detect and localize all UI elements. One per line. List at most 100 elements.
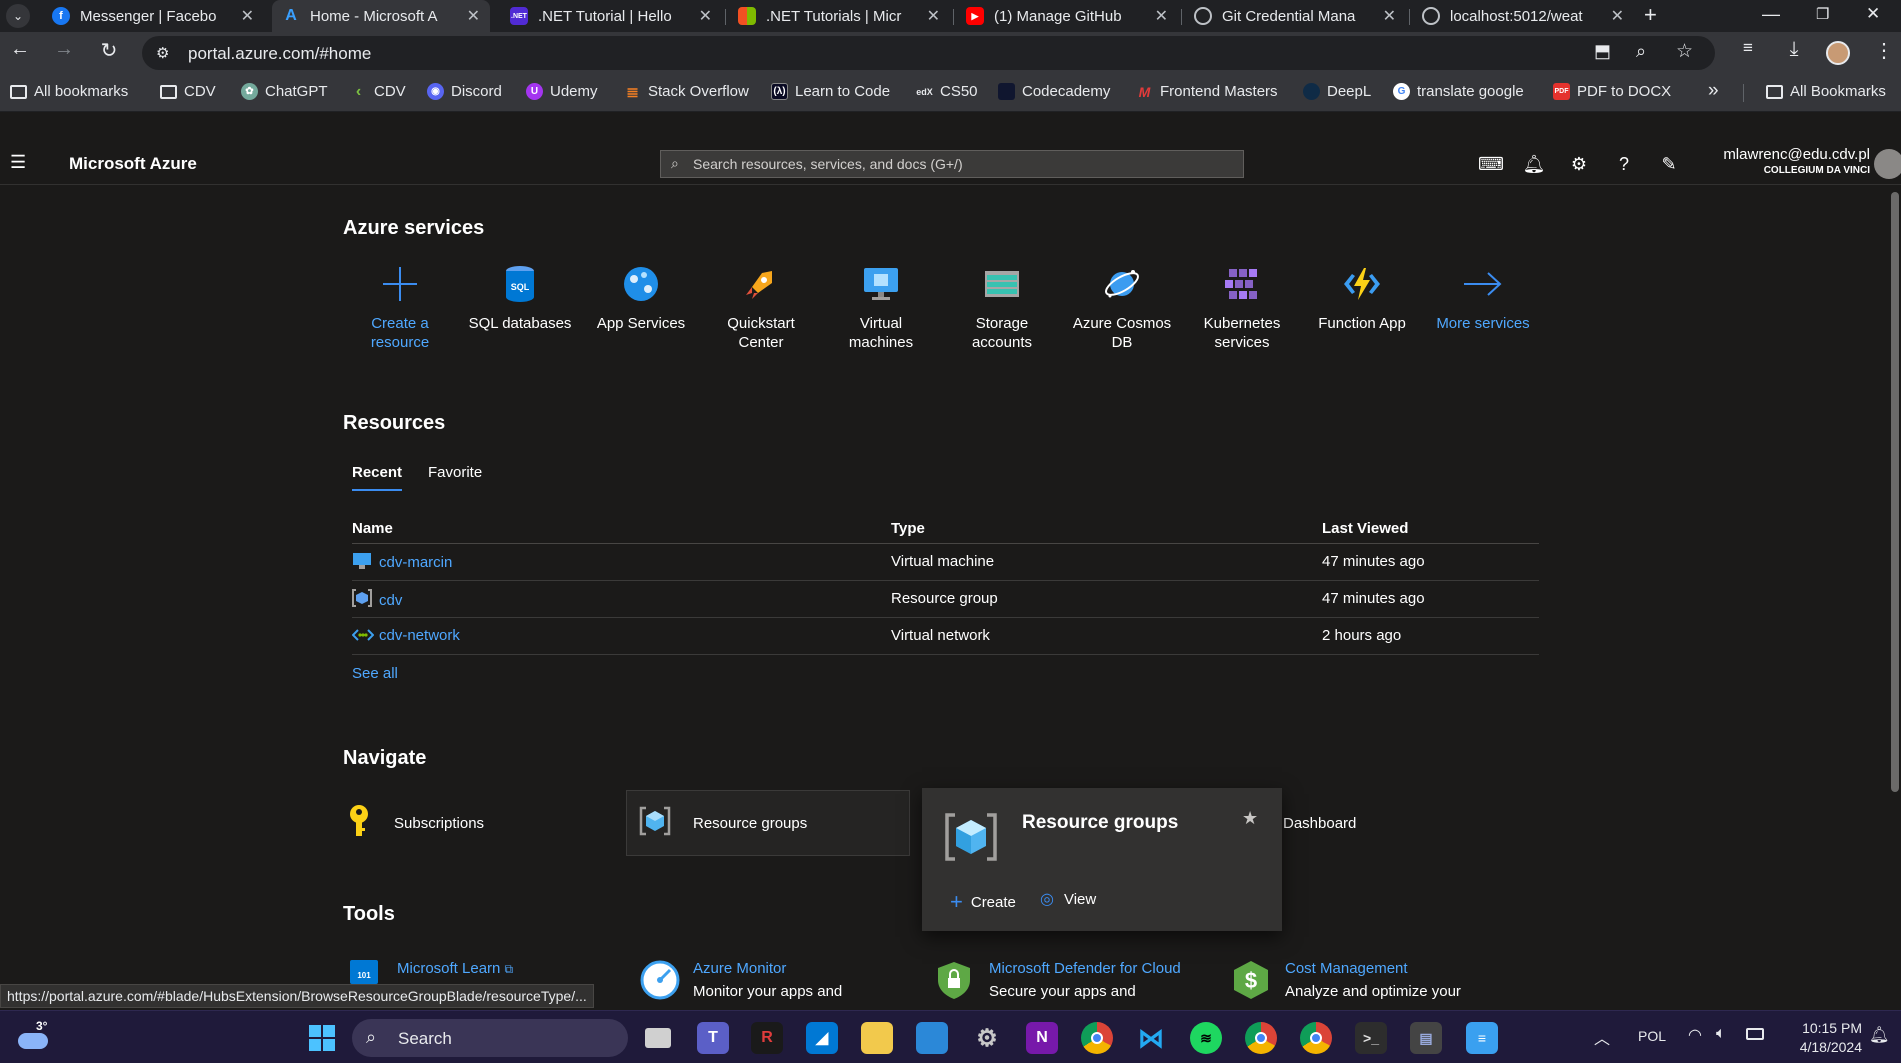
terminal-icon[interactable]: >_ [1355, 1022, 1387, 1054]
bookmark-cdv[interactable]: ‹ CDV [350, 83, 406, 101]
service-app-services[interactable]: App Services [586, 262, 696, 333]
user-avatar[interactable] [1874, 149, 1901, 179]
nav-dashboard[interactable]: Dashboard [1283, 790, 1403, 856]
see-all-link[interactable]: See all [352, 665, 398, 682]
profile-avatar[interactable] [1826, 41, 1850, 65]
windows-start-icon[interactable] [306, 1022, 338, 1054]
user-account[interactable]: mlawrenc@edu.cdv.pl COLLEGIUM DA VINCI [1700, 146, 1870, 176]
resource-link[interactable]: cdv-marcin [379, 554, 452, 571]
close-tab-icon[interactable]: ✕ [1155, 6, 1168, 26]
tab-localhost[interactable]: localhost:5012/weat ✕ [1412, 0, 1634, 32]
hover-card-view-button[interactable]: ◎ View [1040, 889, 1096, 909]
column-last-viewed[interactable]: Last Viewed [1322, 515, 1539, 544]
bookmark-discord[interactable]: ◉ Discord [427, 83, 502, 100]
notepad-icon[interactable]: ≡ [1466, 1022, 1498, 1054]
bookmark-pdf-to-docx[interactable]: PDF PDF to DOCX [1553, 83, 1671, 100]
tab-search-button[interactable]: ⌄ [6, 4, 30, 28]
spotify-icon[interactable]: ≋ [1190, 1022, 1222, 1054]
close-tab-icon[interactable]: ✕ [467, 6, 480, 26]
tool-microsoft-learn[interactable]: 101 Microsoft Learn ⧉ [350, 960, 513, 984]
tool-defender-for-cloud[interactable]: Microsoft Defender for Cloud Secure your… [936, 960, 1181, 1000]
service-kubernetes[interactable]: Kubernetes services [1187, 262, 1297, 352]
clock[interactable]: 10:15 PM 4/18/2024 [1782, 1019, 1862, 1057]
battery-icon[interactable] [1746, 1028, 1764, 1040]
bookmark-star-icon[interactable]: ☆ [1676, 40, 1693, 63]
tab-dotnet-tutorials[interactable]: .NET Tutorials | Micr ✕ [728, 0, 950, 32]
remote-desktop-icon[interactable] [916, 1022, 948, 1054]
volume-icon[interactable]: 🔈︎ [1716, 1025, 1726, 1043]
cloud-shell-icon[interactable]: ⌨ [1478, 154, 1504, 175]
tray-overflow-icon[interactable]: ︿ [1594, 1025, 1610, 1049]
task-view-icon[interactable] [642, 1022, 674, 1054]
reload-icon[interactable]: ↻ [95, 38, 123, 63]
zoom-icon[interactable]: ⌕ [1636, 41, 1646, 62]
azure-search-input[interactable]: ⌕ Search resources, services, and docs (… [660, 150, 1244, 178]
scrollbar-thumb[interactable] [1891, 192, 1899, 792]
close-tab-icon[interactable]: ✕ [1611, 6, 1624, 26]
browser-menu-icon[interactable]: ⋮ [1870, 38, 1898, 63]
settings-icon[interactable]: ⚙ [971, 1022, 1003, 1054]
new-tab-button[interactable]: + [1644, 2, 1657, 28]
service-storage-accounts[interactable]: Storage accounts [947, 262, 1057, 352]
back-arrow-icon[interactable]: ← [6, 38, 34, 61]
service-function-app[interactable]: Function App [1307, 262, 1417, 333]
service-quickstart-center[interactable]: Quickstart Center [706, 262, 816, 352]
tab-recent[interactable]: Recent [352, 464, 402, 491]
help-icon[interactable]: ? [1612, 154, 1636, 175]
input-language[interactable]: POL [1638, 1028, 1666, 1044]
resource-link[interactable]: cdv [379, 592, 402, 609]
bookmark-all-bookmarks-folder[interactable]: All Bookmarks [1766, 83, 1886, 100]
media-control-icon[interactable]: ≡ [1734, 38, 1762, 58]
file-explorer-icon[interactable] [861, 1022, 893, 1054]
bookmark-all-bookmarks[interactable]: All bookmarks [10, 83, 128, 100]
address-url[interactable]: portal.azure.com/#home [188, 44, 371, 64]
hamburger-menu-icon[interactable]: ☰ [10, 152, 26, 173]
feedback-icon[interactable]: ✎ [1657, 154, 1681, 175]
chrome-profile-icon[interactable] [1245, 1022, 1277, 1054]
settings-gear-icon[interactable]: ⚙ [1567, 154, 1591, 175]
service-virtual-machines[interactable]: Virtual machines [826, 262, 936, 352]
weather-widget[interactable]: 3° [16, 1019, 56, 1057]
wifi-icon[interactable]: ◠ [1688, 1025, 1702, 1045]
azure-data-studio-icon[interactable]: ◢ [806, 1022, 838, 1054]
bookmark-cs50[interactable]: edX CS50 [916, 83, 977, 100]
close-tab-icon[interactable]: ✕ [1383, 6, 1396, 26]
azure-brand[interactable]: Microsoft Azure [69, 154, 197, 174]
tab-azure-home[interactable]: A Home - Microsoft A ✕ [272, 0, 490, 32]
service-sql-databases[interactable]: SQL SQL databases [465, 262, 575, 333]
column-name[interactable]: Name [352, 515, 891, 544]
downloads-icon[interactable]: ⤓ [1780, 38, 1808, 61]
favorite-star-icon[interactable]: ★ [1242, 808, 1258, 829]
page-scrollbar[interactable] [1889, 186, 1901, 1008]
site-info-icon[interactable]: ⚙ [156, 44, 169, 62]
column-type[interactable]: Type [891, 515, 1322, 544]
bookmark-learn-to-code[interactable]: (λ) Learn to Code [771, 83, 890, 100]
address-bar[interactable]: ⚙ portal.azure.com/#home ⬒ ⌕ ☆ [142, 36, 1715, 70]
close-tab-icon[interactable]: ✕ [241, 6, 254, 26]
nav-resource-groups[interactable]: Resource groups [626, 790, 910, 856]
tab-messenger[interactable]: f Messenger | Facebo ✕ [42, 0, 264, 32]
resource-link[interactable]: cdv-network [379, 627, 460, 644]
notification-bell-icon[interactable]: 🔔︎ [1869, 1025, 1889, 1045]
taskbar-search[interactable]: ⌕ Search [352, 1019, 628, 1057]
nav-subscriptions[interactable]: Subscriptions [346, 790, 626, 856]
bookmark-deepl[interactable]: DeepL [1303, 83, 1371, 100]
tool-cost-management[interactable]: $ Cost Management Analyze and optimize y… [1232, 960, 1461, 1000]
service-cosmos-db[interactable]: Azure Cosmos DB [1067, 262, 1177, 352]
bookmarks-overflow-button[interactable]: » [1708, 80, 1719, 102]
install-app-icon[interactable]: ⬒ [1594, 41, 1611, 62]
create-resource-button[interactable]: Create a resource [345, 262, 455, 352]
teams-icon[interactable]: T [697, 1022, 729, 1054]
tab-dotnet-tutorial[interactable]: .NET .NET Tutorial | Hello ✕ [500, 0, 722, 32]
bookmark-codecademy[interactable]: Codecademy [998, 83, 1110, 100]
onenote-icon[interactable]: N [1026, 1022, 1058, 1054]
minimize-icon[interactable]: — [1762, 4, 1780, 25]
bookmark-udemy[interactable]: U Udemy [526, 83, 598, 100]
bookmark-cdv-folder[interactable]: CDV [160, 83, 216, 100]
chrome-icon[interactable] [1081, 1022, 1113, 1054]
more-services-button[interactable]: More services [1428, 262, 1538, 333]
vs-installer-icon[interactable]: ▤ [1410, 1022, 1442, 1054]
tool-azure-monitor[interactable]: Azure Monitor Monitor your apps and [640, 960, 842, 1000]
close-tab-icon[interactable]: ✕ [699, 6, 712, 26]
forward-arrow-icon[interactable]: → [50, 38, 78, 61]
